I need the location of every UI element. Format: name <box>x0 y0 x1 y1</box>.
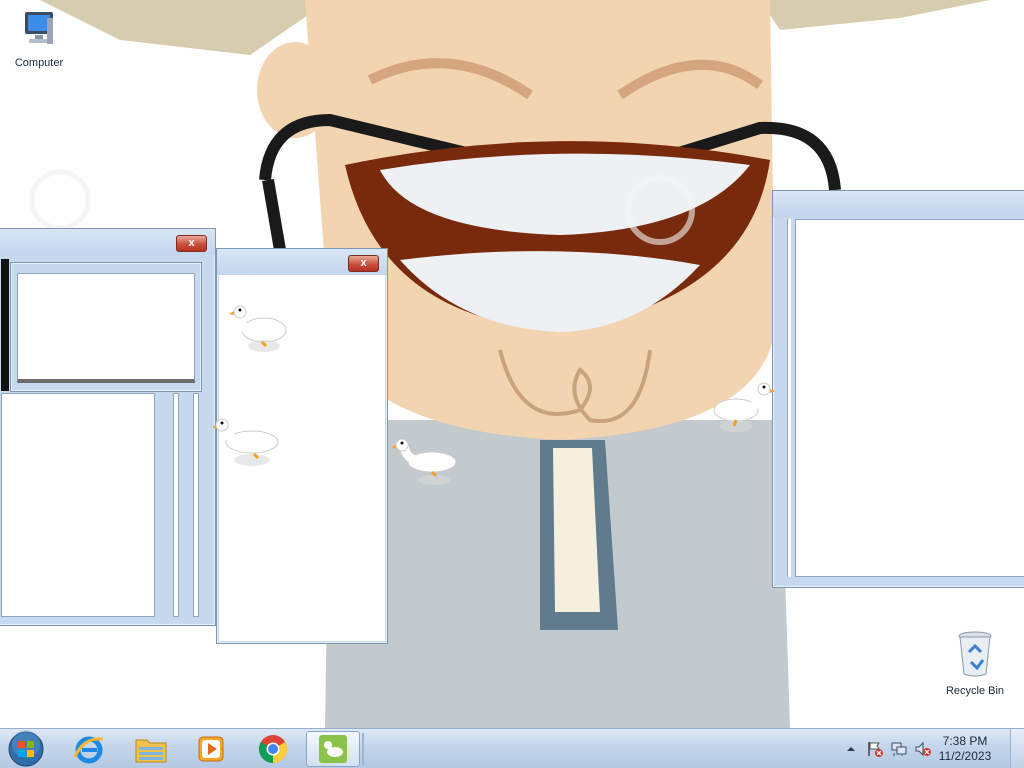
show-desktop-button[interactable] <box>1010 729 1024 768</box>
window-close-button[interactable]: x <box>176 235 207 252</box>
window-inner[interactable] <box>10 262 202 392</box>
window-titlebar[interactable] <box>773 191 1024 217</box>
desktop-icon-recycle-bin[interactable]: Recycle Bin <box>940 630 1010 697</box>
windows-start-orb-icon <box>8 730 44 767</box>
goose-sprite[interactable] <box>228 300 290 358</box>
desktop-icon-label: Recycle Bin <box>945 685 1005 697</box>
show-hidden-icons-chevron[interactable] <box>842 741 860 757</box>
goose-sprite[interactable] <box>392 438 462 492</box>
window-close-button[interactable]: x <box>348 255 379 272</box>
window-client-area <box>795 219 1024 577</box>
window-scroll-strip <box>173 393 179 617</box>
taskbar: 7:38 PM 11/2/2023 <box>0 728 1024 768</box>
window-client-area <box>17 273 195 383</box>
file-explorer-icon <box>135 739 167 763</box>
window-inner-panel-border <box>1 259 9 391</box>
desktop[interactable]: Computer Recycle Bin x x <box>0 0 1024 728</box>
window-right[interactable] <box>772 190 1024 588</box>
system-clock[interactable]: 7:38 PM 11/2/2023 <box>930 734 1000 764</box>
taskbar-media-player[interactable] <box>184 731 238 767</box>
window-scroll-strip <box>193 393 199 617</box>
clock-date: 11/2/2023 <box>938 749 992 763</box>
action-center-flag-icon[interactable] <box>866 741 884 757</box>
taskbar-internet-explorer[interactable] <box>62 731 116 767</box>
start-button[interactable] <box>0 730 52 767</box>
network-icon[interactable] <box>890 741 908 757</box>
taskbar-desktop-goose[interactable] <box>306 731 360 767</box>
clock-time: 7:38 PM <box>942 734 988 748</box>
window-side-border <box>787 219 791 577</box>
recycle-bin-icon <box>958 631 992 677</box>
desktop-goose-icon <box>319 735 347 763</box>
goose-sprite[interactable] <box>212 416 284 472</box>
desktop-icon-label: Computer <box>14 57 64 69</box>
taskbar-separator <box>362 733 364 765</box>
media-player-icon <box>198 736 224 762</box>
goose-sprite[interactable] <box>708 380 776 436</box>
internet-explorer-icon <box>73 736 104 764</box>
taskbar-chrome[interactable] <box>246 731 300 767</box>
computer-icon <box>25 12 53 44</box>
taskbar-file-explorer[interactable] <box>124 731 178 767</box>
desktop-icon-computer[interactable]: Computer <box>4 8 74 69</box>
chrome-icon <box>259 735 287 763</box>
window-client-area <box>1 393 155 617</box>
